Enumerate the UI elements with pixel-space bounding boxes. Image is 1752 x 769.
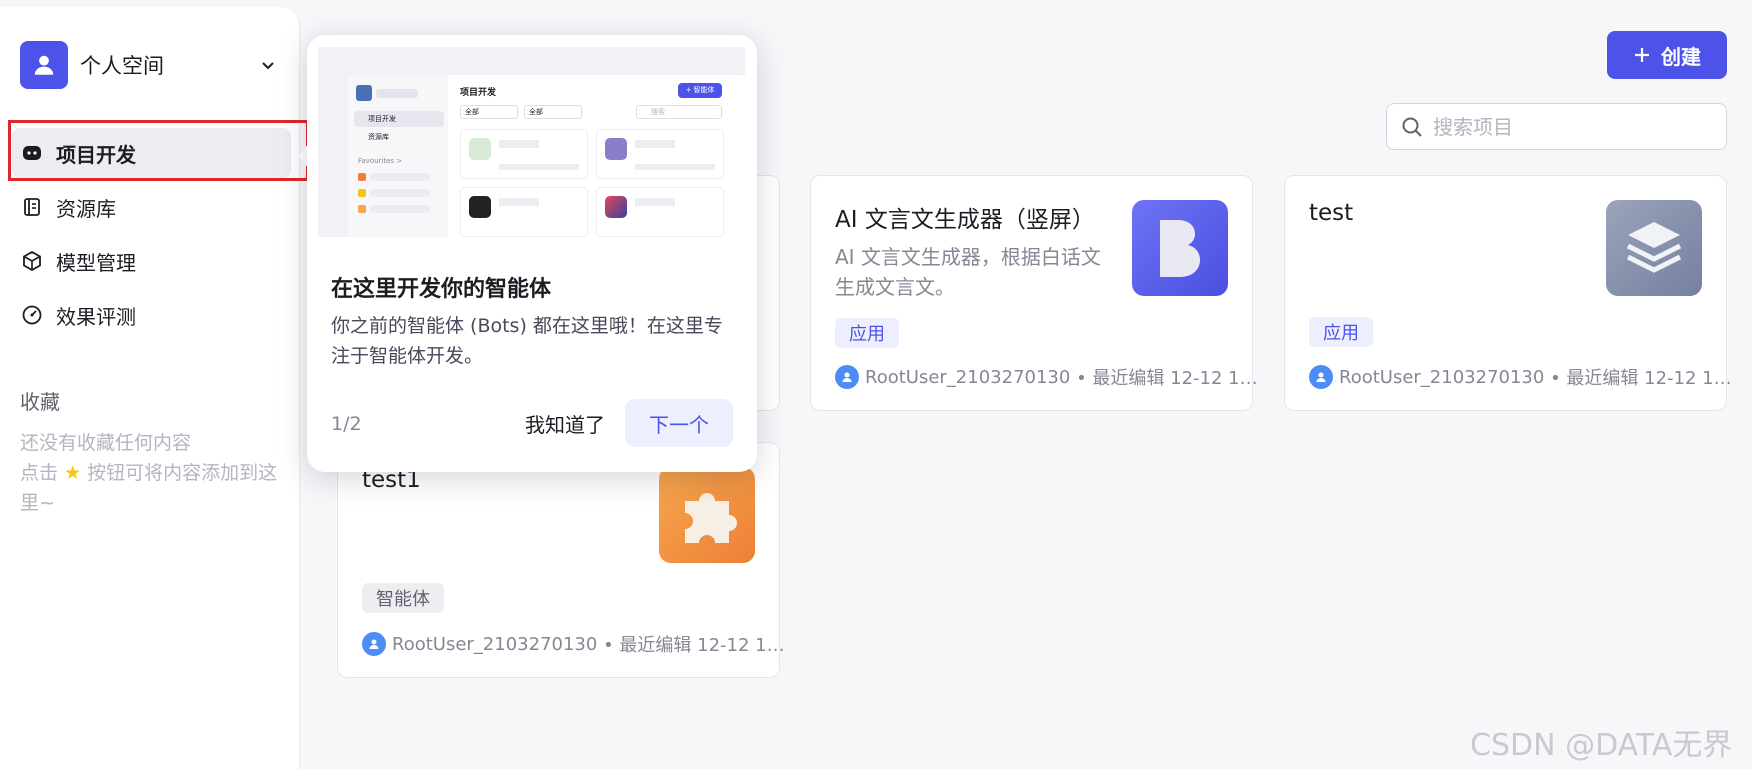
preview-avatar bbox=[356, 85, 372, 101]
preview-nav2: 资源库 bbox=[368, 133, 389, 141]
card-tag: 智能体 bbox=[362, 583, 444, 613]
card-title: test bbox=[1309, 200, 1354, 226]
space-name: 个人空间 bbox=[80, 54, 164, 78]
preview-title: 项目开发 bbox=[460, 88, 497, 98]
favorites-empty-text: 还没有收藏任何内容 点击 ★ 按钮可将内容添加到这里~ bbox=[20, 428, 290, 518]
sidebar-item-label: 效果评测 bbox=[56, 304, 136, 329]
dismiss-button[interactable]: 我知道了 bbox=[511, 399, 619, 447]
create-button[interactable]: 创建 bbox=[1607, 31, 1727, 79]
card-meta: • 最近编辑 12-12 1… bbox=[1076, 368, 1258, 389]
card-footer: RootUser_2103270130 • 最近编辑 12-12 1… bbox=[1309, 364, 1732, 390]
search-box[interactable] bbox=[1386, 103, 1727, 150]
layers-icon bbox=[1626, 222, 1682, 273]
project-card[interactable]: test 应用 RootUser_2103270130 • 最近编辑 12-12… bbox=[1284, 175, 1732, 411]
user-icon bbox=[34, 55, 54, 75]
card-desc: AI 文言文生成器，根据白话文生成文言文。 bbox=[835, 245, 1101, 299]
favorites-empty-line2: 点击 ★ 按钮可将内容添加到这里~ bbox=[20, 462, 278, 514]
search-input[interactable] bbox=[1433, 114, 1713, 139]
card-thumbnail bbox=[1606, 200, 1702, 296]
author-avatar bbox=[362, 632, 386, 656]
card-tag: 应用 bbox=[835, 318, 899, 348]
card-author: RootUser_2103270130 bbox=[865, 366, 1071, 388]
card-author: RootUser_2103270130 bbox=[392, 633, 598, 655]
search-icon bbox=[1402, 117, 1422, 137]
chevron-down-icon bbox=[256, 53, 280, 77]
favorites-empty-line1: 还没有收藏任何内容 bbox=[20, 432, 192, 454]
card-thumbnail bbox=[659, 467, 755, 563]
user-icon bbox=[1316, 372, 1326, 382]
card-tag: 应用 bbox=[1309, 317, 1373, 347]
card-footer: RootUser_2103270130 • 最近编辑 12-12 1… bbox=[835, 364, 1258, 390]
preview-create: + 智能体 bbox=[678, 83, 722, 98]
card-footer: RootUser_2103270130 • 最近编辑 12-12 1… bbox=[362, 631, 785, 657]
author-avatar bbox=[1309, 365, 1333, 389]
author-avatar bbox=[835, 365, 859, 389]
card-author: RootUser_2103270130 bbox=[1339, 366, 1545, 388]
onboarding-popover: 项目开发 资源库 Favourites > 项目开发 + 智能体 全部 全部 搜… bbox=[307, 35, 757, 472]
library-icon bbox=[20, 195, 44, 219]
evaluation-icon bbox=[20, 303, 44, 327]
puzzle-icon bbox=[685, 493, 737, 543]
app-logo-icon bbox=[1160, 220, 1200, 277]
sidebar-item-label: 资源库 bbox=[56, 196, 116, 221]
project-card[interactable]: AI 文言文生成器（竖屏） AI 文言文生成器，根据白话文生成文言文。 应用 R… bbox=[810, 175, 1258, 411]
card-thumbnail bbox=[1132, 200, 1228, 296]
next-button[interactable]: 下一个 bbox=[625, 399, 733, 447]
sidebar-item-label: 模型管理 bbox=[56, 250, 136, 275]
space-switcher[interactable]: 个人空间 bbox=[20, 39, 280, 91]
model-icon bbox=[20, 249, 44, 273]
card-meta: • 最近编辑 12-12 1… bbox=[1550, 368, 1732, 389]
card-title: AI 文言文生成器（竖屏） bbox=[835, 207, 1095, 233]
favorites-title: 收藏 bbox=[20, 390, 60, 414]
watermark: CSDN @DATA无界 bbox=[1470, 728, 1733, 763]
sidebar-item-models[interactable]: 模型管理 bbox=[12, 236, 290, 286]
star-icon: ★ bbox=[64, 462, 82, 484]
user-icon bbox=[842, 372, 852, 382]
popover-preview-image: 项目开发 资源库 Favourites > 项目开发 + 智能体 全部 全部 搜… bbox=[318, 47, 745, 237]
sidebar-item-evaluation[interactable]: 效果评测 bbox=[12, 290, 290, 340]
sidebar-item-library[interactable]: 资源库 bbox=[12, 182, 290, 232]
project-card[interactable]: test1 智能体 RootUser_2103270130 • 最近编辑 12-… bbox=[337, 442, 785, 678]
card-meta: • 最近编辑 12-12 1… bbox=[603, 635, 785, 656]
user-icon bbox=[369, 639, 379, 649]
popover-step-counter: 1/2 bbox=[331, 413, 362, 435]
space-avatar bbox=[20, 41, 68, 89]
popover-description: 你之前的智能体 (Bots) 都在这里哦！在这里专注于智能体开发。 bbox=[331, 315, 723, 367]
popover-title: 在这里开发你的智能体 bbox=[331, 277, 552, 302]
plus-icon bbox=[1635, 48, 1649, 62]
highlight-annotation-box bbox=[8, 120, 309, 181]
preview-fav: Favourites > bbox=[358, 157, 403, 165]
preview-nav1: 项目开发 bbox=[354, 111, 444, 127]
